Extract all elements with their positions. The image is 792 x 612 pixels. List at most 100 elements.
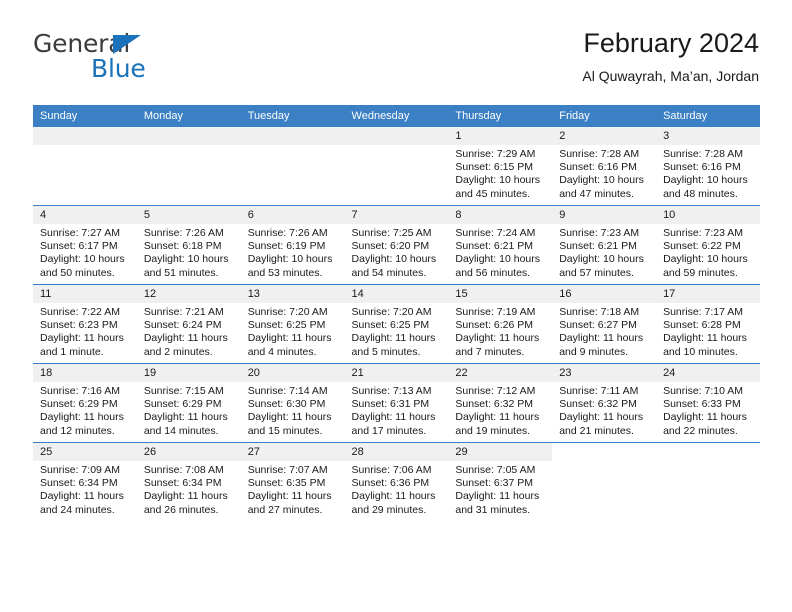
calendar-day-cell[interactable]: 7 Sunrise: 7:25 AM Sunset: 6:20 PM Daylight… xyxy=(344,205,449,285)
calendar-day-cell[interactable]: 2 Sunrise: 7:28 AM Sunset: 6:16 PM Daylight… xyxy=(552,127,657,206)
page-header: General Blue February 2024 Al Quwayrah, … xyxy=(33,26,759,96)
calendar-day-cell[interactable]: 18 Sunrise: 7:16 AM Sunset: 6:29 PM Dayligh… xyxy=(33,363,137,443)
day-info-line: Sunset: 6:32 PM xyxy=(455,398,534,411)
day-number: 22 xyxy=(448,364,553,382)
calendar-day-cell[interactable]: 5 Sunrise: 7:26 AM Sunset: 6:18 PM Daylight… xyxy=(136,205,241,285)
calendar-day-cell[interactable]: 16 Sunrise: 7:18 AM Sunset: 6:27 PM Dayligh… xyxy=(552,284,657,364)
calendar-day-cell[interactable]: 11 Sunrise: 7:22 AM Sunset: 6:23 PM Dayligh… xyxy=(33,284,137,364)
day-info-line: Sunrise: 7:13 AM xyxy=(351,385,432,397)
day-info-line: Sunset: 6:28 PM xyxy=(663,319,741,332)
calendar-day-cell[interactable]: 22 Sunrise: 7:12 AM Sunset: 6:32 PM Dayligh… xyxy=(448,363,553,443)
calendar-day-cell[interactable]: 20 Sunrise: 7:14 AM Sunset: 6:30 PM Dayligh… xyxy=(240,363,345,443)
calendar-day-cell[interactable]: 14 Sunrise: 7:20 AM Sunset: 6:25 PM Dayligh… xyxy=(344,284,449,364)
day-cell-inner: 29 Sunrise: 7:05 AM Sunset: 6:37 PM Dayligh… xyxy=(448,443,553,521)
day-info-line: and 26 minutes. xyxy=(143,503,219,516)
day-info-line: Sunrise: 7:09 AM xyxy=(40,464,120,476)
day-info-line: Sunset: 6:17 PM xyxy=(40,240,118,253)
day-sun-info: Sunrise: 7:11 AM Sunset: 6:32 PM Daylight:… xyxy=(552,382,656,438)
day-number: 19 xyxy=(136,364,241,382)
day-info-line: Daylight: 11 hours xyxy=(40,411,124,424)
calendar-day-cell[interactable]: 29 Sunrise: 7:05 AM Sunset: 6:37 PM Dayligh… xyxy=(448,442,553,521)
calendar-header-row: Sunday Monday Tuesday Wednesday Thursday Frid… xyxy=(33,105,760,127)
day-info-line: Sunset: 6:31 PM xyxy=(351,398,430,411)
day-info-line: Sunrise: 7:28 AM xyxy=(559,148,640,160)
day-info-line: and 15 minutes. xyxy=(247,424,323,437)
calendar-day-cell-empty xyxy=(552,442,657,521)
day-number xyxy=(656,443,760,461)
day-cell-inner: 2 Sunrise: 7:28 AM Sunset: 6:16 PM Daylight… xyxy=(552,127,657,205)
calendar-body: 1 Sunrise: 7:29 AM Sunset: 6:15 PM Daylight… xyxy=(33,127,760,521)
day-info-line: Sunrise: 7:18 AM xyxy=(559,306,640,318)
day-number: 21 xyxy=(344,364,449,382)
day-info-line: Sunset: 6:26 PM xyxy=(455,319,534,332)
calendar-day-cell[interactable]: 19 Sunrise: 7:15 AM Sunset: 6:29 PM Dayligh… xyxy=(136,363,241,443)
calendar-day-cell[interactable]: 24 Sunrise: 7:10 AM Sunset: 6:33 PM Dayligh… xyxy=(656,363,760,443)
calendar-day-cell[interactable]: 23 Sunrise: 7:11 AM Sunset: 6:32 PM Dayligh… xyxy=(552,363,657,443)
calendar-day-cell[interactable]: 26 Sunrise: 7:08 AM Sunset: 6:34 PM Dayligh… xyxy=(136,442,241,521)
day-info-line: and 9 minutes. xyxy=(559,345,629,358)
day-number: 6 xyxy=(240,206,345,224)
day-info-line: Sunrise: 7:16 AM xyxy=(40,385,120,397)
day-info-line: Sunrise: 7:06 AM xyxy=(351,464,432,476)
day-info-line: Sunset: 6:33 PM xyxy=(663,398,741,411)
day-info-line: Sunset: 6:29 PM xyxy=(143,398,222,411)
calendar-day-cell[interactable]: 27 Sunrise: 7:07 AM Sunset: 6:35 PM Dayligh… xyxy=(240,442,345,521)
day-sun-info: Sunrise: 7:23 AM Sunset: 6:22 PM Daylight:… xyxy=(656,224,760,280)
day-cell-inner: 20 Sunrise: 7:14 AM Sunset: 6:30 PM Dayligh… xyxy=(240,364,345,442)
page-title: February 2024 xyxy=(583,28,759,58)
day-info-line: Sunrise: 7:26 AM xyxy=(247,227,328,239)
calendar-day-cell[interactable]: 13 Sunrise: 7:20 AM Sunset: 6:25 PM Dayligh… xyxy=(240,284,345,364)
calendar-day-cell[interactable]: 10 Sunrise: 7:23 AM Sunset: 6:22 PM Dayligh… xyxy=(656,205,760,285)
day-info-line: and 47 minutes. xyxy=(559,187,634,200)
calendar-day-cell[interactable]: 12 Sunrise: 7:21 AM Sunset: 6:24 PM Dayligh… xyxy=(136,284,241,364)
day-info-line: Sunrise: 7:12 AM xyxy=(455,385,536,397)
day-info-line: Daylight: 11 hours xyxy=(455,332,540,345)
calendar-day-cell[interactable]: 8 Sunrise: 7:24 AM Sunset: 6:21 PM Daylight… xyxy=(448,205,553,285)
day-number: 8 xyxy=(448,206,553,224)
day-sun-info: Sunrise: 7:20 AM Sunset: 6:25 PM Daylight:… xyxy=(241,303,345,359)
calendar-day-cell[interactable]: 21 Sunrise: 7:13 AM Sunset: 6:31 PM Dayligh… xyxy=(344,363,449,443)
day-info-line: Sunrise: 7:26 AM xyxy=(143,227,224,239)
day-info-line: and 29 minutes. xyxy=(351,503,427,516)
day-info-line: Daylight: 11 hours xyxy=(559,411,644,424)
calendar-day-cell[interactable]: 25 Sunrise: 7:09 AM Sunset: 6:34 PM Dayligh… xyxy=(33,442,137,521)
day-cell-inner: 5 Sunrise: 7:26 AM Sunset: 6:18 PM Daylight… xyxy=(136,206,241,284)
calendar-day-cell-empty xyxy=(33,127,137,206)
day-sun-info: Sunrise: 7:05 AM Sunset: 6:37 PM Daylight:… xyxy=(448,461,552,517)
general-blue-logo[interactable]: General Blue xyxy=(33,30,263,90)
calendar-day-cell[interactable]: 9 Sunrise: 7:23 AM Sunset: 6:21 PM Daylight… xyxy=(552,205,657,285)
day-info-line: Sunrise: 7:27 AM xyxy=(40,227,120,239)
day-cell-inner: 13 Sunrise: 7:20 AM Sunset: 6:25 PM Dayligh… xyxy=(240,285,345,363)
day-info-line: Daylight: 11 hours xyxy=(351,490,436,503)
calendar-day-cell[interactable]: 3 Sunrise: 7:28 AM Sunset: 6:16 PM Daylight… xyxy=(656,127,760,206)
day-cell-inner: 23 Sunrise: 7:11 AM Sunset: 6:32 PM Dayligh… xyxy=(552,364,657,442)
day-sun-info: Sunrise: 7:26 AM Sunset: 6:18 PM Daylight:… xyxy=(137,224,241,280)
day-sun-info: Sunrise: 7:21 AM Sunset: 6:24 PM Daylight:… xyxy=(137,303,241,359)
calendar-day-cell[interactable]: 15 Sunrise: 7:19 AM Sunset: 6:26 PM Dayligh… xyxy=(448,284,553,364)
calendar-day-cell[interactable]: 4 Sunrise: 7:27 AM Sunset: 6:17 PM Daylight… xyxy=(33,205,137,285)
day-info-line: and 24 minutes. xyxy=(40,503,115,516)
day-number: 12 xyxy=(136,285,241,303)
day-info-line: Sunrise: 7:25 AM xyxy=(351,227,432,239)
day-info-line: Daylight: 10 hours xyxy=(663,253,748,266)
day-sun-info: Sunrise: 7:24 AM Sunset: 6:21 PM Daylight:… xyxy=(448,224,552,280)
day-info-line: and 51 minutes. xyxy=(143,266,219,279)
day-number: 27 xyxy=(240,443,345,461)
day-info-line: Sunrise: 7:21 AM xyxy=(143,306,224,318)
weekday-header-wednesday: Wednesday xyxy=(344,105,449,127)
day-info-line: Sunrise: 7:22 AM xyxy=(40,306,120,318)
calendar-day-cell[interactable]: 28 Sunrise: 7:06 AM Sunset: 6:36 PM Dayligh… xyxy=(344,442,449,521)
day-number: 3 xyxy=(656,127,760,145)
calendar-day-cell[interactable]: 1 Sunrise: 7:29 AM Sunset: 6:15 PM Daylight… xyxy=(448,127,553,206)
weekday-header-saturday: Saturday xyxy=(656,105,760,127)
day-info-line: and 27 minutes. xyxy=(247,503,323,516)
day-info-line: Sunrise: 7:20 AM xyxy=(351,306,432,318)
calendar-day-cell[interactable]: 6 Sunrise: 7:26 AM Sunset: 6:19 PM Daylight… xyxy=(240,205,345,285)
day-info-line: Sunset: 6:15 PM xyxy=(455,161,534,174)
day-number: 18 xyxy=(33,364,137,382)
calendar-day-cell[interactable]: 17 Sunrise: 7:17 AM Sunset: 6:28 PM Dayligh… xyxy=(656,284,760,364)
day-number: 26 xyxy=(136,443,241,461)
day-number: 9 xyxy=(552,206,657,224)
day-sun-info: Sunrise: 7:22 AM Sunset: 6:23 PM Daylight:… xyxy=(33,303,137,359)
day-cell-inner: 27 Sunrise: 7:07 AM Sunset: 6:35 PM Dayligh… xyxy=(240,443,345,521)
